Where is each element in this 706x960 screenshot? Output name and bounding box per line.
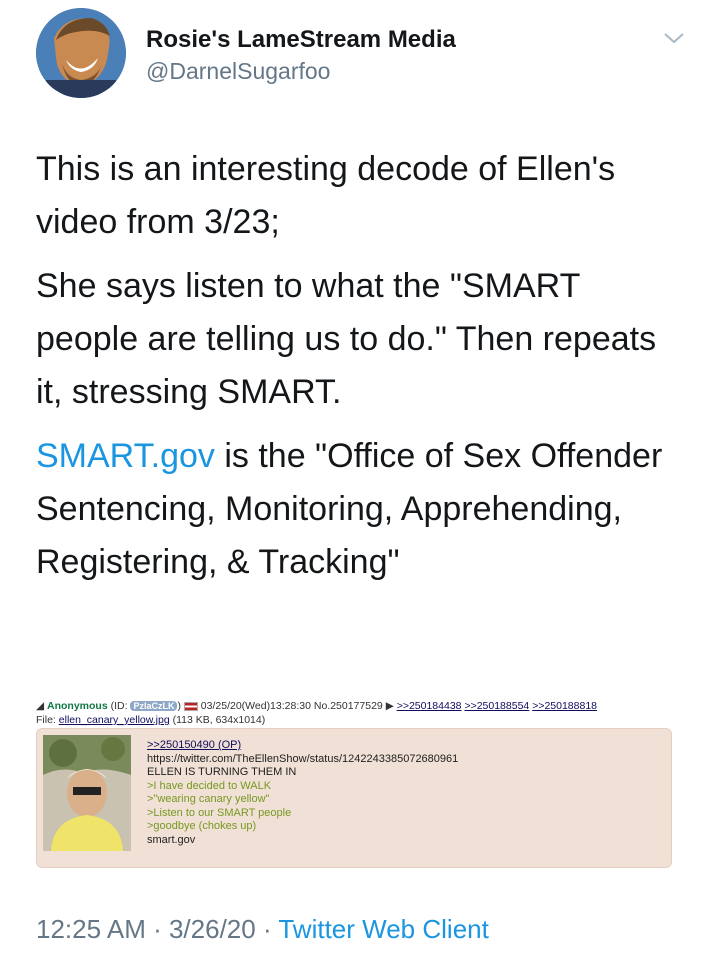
reply-arrow-icon: ◢ — [36, 700, 47, 712]
tweet-footer: 12:25 AM · 3/26/20 · Twitter Web Client — [36, 914, 489, 945]
flag-icon — [183, 701, 198, 711]
poster-name: Anonymous — [47, 700, 108, 712]
post-datetime: 03/25/20(Wed)13:28:30 — [200, 700, 311, 712]
post-thumbnail[interactable] — [43, 735, 131, 851]
post-header: ◢ Anonymous (ID: PzlaCzLK) 03/25/20(Wed)… — [36, 700, 672, 714]
tweet-date[interactable]: 3/26/20 — [169, 914, 256, 944]
file-label: File: — [36, 714, 59, 726]
reply-link[interactable]: >>250188818 — [532, 700, 597, 712]
embedded-post-image[interactable]: ◢ Anonymous (ID: PzlaCzLK) 03/25/20(Wed)… — [36, 700, 672, 868]
post-line: https://twitter.com/TheEllenShow/status/… — [147, 752, 459, 765]
reply-link[interactable]: >>250184438 — [397, 700, 462, 712]
tweet-text: This is an interesting decode of Ellen's… — [36, 143, 676, 600]
separator-dot: · — [255, 914, 279, 944]
tweet-paragraph-2: She says listen to what the "SMART peopl… — [36, 267, 657, 411]
post-lines: >>250150490 (OP) https://twitter.com/The… — [147, 739, 458, 847]
tweet-time[interactable]: 12:25 AM — [36, 914, 146, 944]
file-line: File: ellen_canary_yellow.jpg (113 KB, 6… — [36, 714, 265, 726]
smart-gov-link[interactable]: SMART.gov — [36, 437, 215, 475]
poster-id-prefix: (ID: — [110, 700, 131, 712]
post-number: No.250177529 — [313, 700, 383, 712]
greentext-line: >Listen to our SMART people — [147, 806, 292, 819]
post-body: >>250150490 (OP) https://twitter.com/The… — [36, 728, 672, 868]
separator-dot: · — [145, 914, 169, 944]
user-handle[interactable]: @DarnelSugarfoo — [146, 58, 330, 85]
client-link[interactable]: Twitter Web Client — [278, 914, 488, 944]
chevron-down-icon[interactable] — [662, 30, 686, 46]
file-link[interactable]: ellen_canary_yellow.jpg — [59, 714, 170, 726]
tweet-paragraph-1: This is an interesting decode of Ellen's… — [36, 150, 616, 241]
post-line: ELLEN IS TURNING THEM IN — [147, 766, 297, 778]
reply-link[interactable]: >>250188554 — [464, 700, 529, 712]
op-reference-link[interactable]: >>250150490 (OP) — [147, 739, 458, 753]
greentext-line: >goodbye (chokes up) — [147, 820, 257, 832]
poster-id-suffix: ) — [177, 700, 181, 712]
tweet-header: Rosie's LameStream Media @DarnelSugarfoo — [36, 8, 686, 100]
greentext-line: >"wearing canary yellow" — [147, 793, 270, 805]
file-info: (113 KB, 634x1014) — [169, 714, 266, 726]
poster-id: PzlaCzLK — [130, 701, 178, 711]
avatar[interactable] — [36, 8, 126, 98]
display-name[interactable]: Rosie's LameStream Media — [146, 26, 456, 54]
greentext-line: >I have decided to WALK — [147, 779, 272, 792]
post-line: smart.gov — [147, 833, 196, 846]
tweet-paragraph-3: SMART.gov is the "Office of Sex Offender… — [36, 430, 676, 589]
play-arrow-icon: ▶ — [385, 700, 394, 712]
